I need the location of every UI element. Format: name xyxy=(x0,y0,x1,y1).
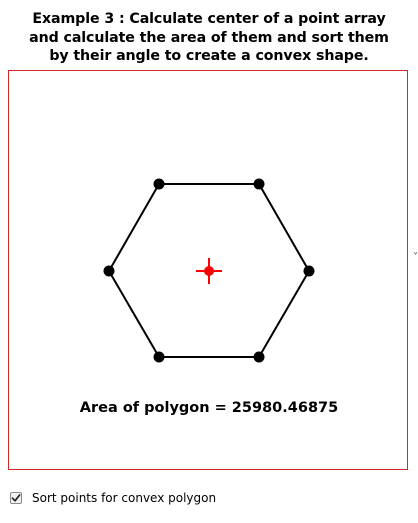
title-line-2: and calculate the area of them and sort … xyxy=(29,29,389,46)
sort-option[interactable]: Sort points for convex polygon xyxy=(10,488,216,508)
chevron-down-icon: ˅ xyxy=(413,252,418,263)
center-point xyxy=(204,266,214,276)
checkmark-icon xyxy=(11,494,21,502)
vertex-point-4[interactable] xyxy=(153,351,165,363)
sort-checkbox-label: Sort points for convex polygon xyxy=(32,491,217,505)
vertex-point-5[interactable] xyxy=(103,265,115,277)
title-line-3: by their angle to create a convex shape. xyxy=(49,48,369,64)
area-readout: Area of polygon = 25980.46875 xyxy=(79,400,339,416)
title-line-1: Example 3 : Calculate center of a point … xyxy=(32,11,386,27)
vertex-point-3[interactable] xyxy=(253,351,265,363)
vertex-point-6[interactable] xyxy=(153,178,165,190)
vertex-point-1[interactable] xyxy=(253,178,265,190)
drawing-canvas[interactable]: Area of polygon = 25980.46875 xyxy=(8,70,408,470)
vertex-point-2[interactable] xyxy=(303,265,315,277)
sort-checkbox[interactable] xyxy=(10,492,22,504)
page-title: Example 3 : Calculate center of a point … xyxy=(0,10,418,66)
crosshair-icon xyxy=(196,258,222,284)
